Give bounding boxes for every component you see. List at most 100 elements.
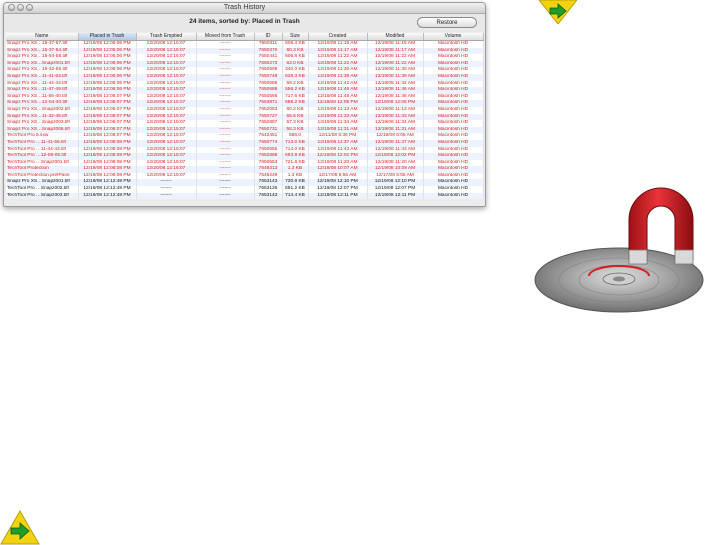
id-cell: 7650727 [254, 113, 283, 121]
created-cell: 12/19/08 10:07 AM [308, 166, 368, 173]
table-row[interactable]: TechTool Pro …Snapz002.tiff 12/19/08 12:1… [6, 186, 484, 193]
table-row[interactable]: Snapz Pro XS…11-44-43.tiff 12/19/08 12:06… [6, 80, 484, 88]
table-row[interactable]: Snapz Pro XS…11-32-46.tiff 12/19/08 12:06… [6, 113, 484, 121]
placed-cell: 12/19/08 12:08:08 PM [78, 146, 137, 154]
moved-cell: ------- [196, 54, 255, 61]
table-row[interactable]: TechTool Protection 12/19/08 12:08:08 PM 1… [6, 166, 484, 173]
name-cell: Snapz Pro XS…15-54-58.tiff [6, 54, 79, 61]
modified-cell: 12/19/08 11:33 AM [367, 113, 424, 121]
moved-cell: ------- [196, 126, 255, 134]
id-cell: 7545249 [254, 172, 283, 180]
table-row[interactable]: Snapz Pro XS…15-32-55.tiff 12/19/08 12:06… [6, 67, 484, 74]
moved-cell: ------- [196, 166, 255, 173]
id-cell: 7650655 [254, 146, 283, 154]
modified-cell: 12/19/08 11:17 AM [367, 47, 424, 55]
placed-cell: 12/19/08 12:08:08 PM [78, 172, 137, 180]
green-arrow-icon[interactable] [0, 510, 40, 545]
volume-cell: Macintosh HD [423, 67, 484, 74]
emptied-column-header[interactable]: Trash Emptied [136, 33, 197, 41]
emptied-cell: 12/20/08 12:15:07 [136, 67, 197, 74]
table-row[interactable]: Snapz Pro XS…Snapz003.tiff 12/19/08 12:06… [6, 120, 484, 127]
size-cell: 60.2 KB [282, 106, 309, 114]
table-row[interactable]: TechTool Pro …11-41-56.tiff 12/19/08 12:0… [6, 139, 484, 147]
green-arrow-icon[interactable] [539, 0, 577, 24]
id-cell: 7652083 [254, 106, 283, 114]
id-cell: 7650311 [254, 40, 283, 48]
volume-cell: Macintosh HD [423, 186, 484, 193]
moved-cell: ------- [196, 93, 255, 101]
id-column-header[interactable]: ID [254, 33, 283, 41]
created-cell: 12/19/08 11:48 AM [308, 93, 368, 101]
emptied-cell: 12/20/08 12:15:07 [136, 159, 197, 167]
table-row[interactable]: Snapz Pro XS…15-37-57.tiff 12/19/08 12:06… [6, 40, 484, 48]
emptied-cell: 12/20/08 12:15:07 [136, 54, 197, 61]
modified-column-header[interactable]: Modified [367, 33, 424, 41]
table-row[interactable]: Snapz Pro XS…15-54-58.tiff 12/19/08 12:06… [6, 54, 484, 61]
restore-button[interactable]: Restore [417, 17, 477, 28]
id-cell: 7650553 [254, 159, 283, 167]
table-row[interactable]: TechTool Pro 5.sxw 12/19/08 12:06:07 PM 12… [6, 133, 484, 140]
size-cell: 606.4 KB [282, 40, 309, 48]
moved-column-header[interactable]: Moved from Trash [196, 33, 255, 41]
modified-cell: 12/19/08 11:39 AM [367, 73, 424, 81]
moved-cell: ------- [196, 192, 255, 200]
title-bar[interactable]: Trash History [4, 3, 485, 14]
size-cell: 717.6 KB [282, 93, 309, 101]
volume-cell: Macintosh HD [423, 133, 484, 140]
volume-cell: Macintosh HD [423, 166, 484, 173]
volume-cell: Macintosh HD [423, 179, 484, 187]
created-cell: 12/19/08 11:33 AM [308, 113, 368, 121]
volume-cell: Macintosh HD [423, 113, 484, 121]
table-row[interactable]: Snapz Pro XS…Snapz002.tiff 12/19/08 12:06… [6, 106, 484, 114]
placed-column-header[interactable]: Placed in Trash [78, 33, 137, 41]
size-cell: 60.3 KB [282, 47, 309, 55]
volume-cell: Macintosh HD [423, 54, 484, 61]
name-cell: Snapz Pro XS…15-32-55.tiff [6, 67, 79, 74]
name-cell: Snapz Pro XS…Snapz001.tiff [6, 60, 79, 68]
emptied-cell: 12/20/08 12:15:07 [136, 139, 197, 147]
size-cell: 681.2 KB [282, 186, 309, 193]
table-row[interactable]: TechTool Pro …Snapz003.tiff 12/19/08 12:1… [6, 192, 484, 200]
name-cell: Snapz Pro XS…11-44-43.tiff [6, 80, 79, 88]
size-cell: 1.3 KB [282, 166, 309, 173]
placed-cell: 12/19/08 12:06:07 PM [78, 133, 137, 140]
table-row[interactable]: Snapz Pro XS…12-04-40.tiff 12/19/08 12:06… [6, 100, 484, 107]
size-cell: 713.0 KB [282, 139, 309, 147]
table-row[interactable]: Snapz Pro XS…15-37-54.tiff 12/19/08 12:06… [6, 47, 484, 55]
table-row[interactable]: Snapz Pro XS…Snapz001.tiff 12/19/08 12:06… [6, 60, 484, 68]
moved-cell: ------- [196, 139, 255, 147]
name-cell: TechTool Protection [6, 166, 79, 173]
created-column-header[interactable]: Created [308, 33, 368, 41]
size-cell: 55.5 KB [282, 113, 309, 121]
created-cell: 12/19/08 11:46 AM [308, 87, 368, 94]
modified-cell: 12/19/08 11:31 AM [367, 126, 424, 134]
size-cell: 58.3 KB [282, 126, 309, 134]
modified-cell: 12/19/08 12:10 PM [367, 179, 424, 187]
name-cell: TechTool Pro …11-44-43.tiff [6, 146, 79, 154]
id-cell: 7649313 [254, 166, 283, 173]
volume-column-header[interactable]: Volume [423, 33, 484, 41]
size-column-header[interactable]: Size [282, 33, 309, 41]
name-cell: TechTool Pro …Snapz001.tiff [6, 159, 79, 167]
table-row[interactable]: Snapz Pro XS…11-41-53.tiff 12/19/08 12:06… [6, 73, 484, 81]
moved-cell: ------- [196, 100, 255, 107]
table-row[interactable]: TechTool Pro …12-08-05.tiff 12/19/08 12:0… [6, 153, 484, 160]
name-cell: TechTool Pro …11-41-56.tiff [6, 139, 79, 147]
size-cell: 586.0 [282, 133, 309, 140]
table-row[interactable]: Snapz Pro XS…Snapz001.tiff 12/19/08 12:12… [6, 179, 484, 187]
trash-history-table: Name Placed in Trash Trash Emptied Moved fr… [6, 33, 484, 200]
table-row[interactable]: TechTool Protection.prefPane 12/19/08 12:… [6, 172, 484, 180]
name-column-header[interactable]: Name [6, 33, 79, 41]
table-row[interactable]: TechTool Pro …Snapz001.tiff 12/19/08 12:0… [6, 159, 484, 167]
emptied-cell: 12/20/08 12:15:07 [136, 120, 197, 127]
table-row[interactable]: Snapz Pro XS…11-56-40.tiff 12/19/08 12:06… [6, 93, 484, 101]
created-cell: 12/19/08 11:37 AM [308, 139, 368, 147]
id-cell: 7650748 [254, 73, 283, 81]
table-row[interactable]: TechTool Pro …11-44-43.tiff 12/19/08 12:0… [6, 146, 484, 154]
moved-cell: ------- [196, 47, 255, 55]
table-row[interactable]: Snapz Pro XS…11-47-49.tiff 12/19/08 12:06… [6, 87, 484, 94]
items-summary: 24 items, sorted by: Placed in Trash [189, 18, 300, 25]
modified-cell: 12/19/08 12:05 PM [367, 100, 424, 107]
size-cell: 628.3 KB [282, 73, 309, 81]
table-row[interactable]: Snapz Pro XS…Snapz006.tiff 12/19/08 12:06… [6, 126, 484, 134]
